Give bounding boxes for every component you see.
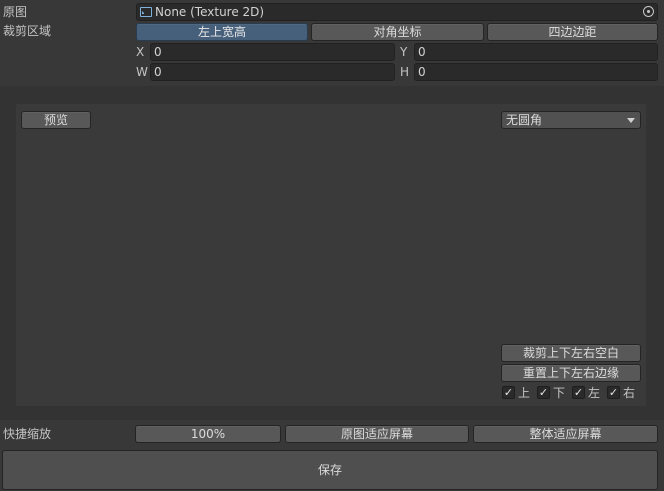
- save-button[interactable]: 保存: [2, 450, 658, 490]
- y-label: Y: [400, 45, 408, 59]
- object-picker-icon[interactable]: [643, 6, 654, 17]
- y-input[interactable]: 0: [414, 43, 658, 61]
- edge-left-checkbox[interactable]: ✓: [572, 386, 585, 399]
- edge-right-checkbox[interactable]: ✓: [607, 386, 620, 399]
- preview-button[interactable]: 预览: [21, 111, 91, 129]
- source-image-field[interactable]: None (Texture 2D): [136, 3, 658, 21]
- crop-mode-diagonal-coords-button[interactable]: 对角坐标: [311, 23, 484, 41]
- chevron-down-icon: [627, 118, 635, 123]
- edge-bottom-checkbox[interactable]: ✓: [537, 386, 550, 399]
- crop-mode-top-left-size-button[interactable]: 左上宽高: [136, 23, 308, 41]
- x-label: X: [136, 45, 145, 59]
- w-label: W: [136, 65, 148, 79]
- edge-left-label: 左: [588, 386, 601, 400]
- w-input[interactable]: 0: [150, 63, 395, 81]
- zoom-100-button[interactable]: 100%: [135, 425, 281, 443]
- edge-top-label: 上: [518, 386, 531, 400]
- quick-zoom-label: 快捷缩放: [3, 427, 52, 441]
- fit-all-to-screen-button[interactable]: 整体适应屏幕: [473, 425, 658, 443]
- source-image-label: 原图: [3, 5, 28, 19]
- corner-radius-selected: 无圆角: [506, 113, 543, 127]
- corner-radius-dropdown[interactable]: 无圆角: [501, 111, 641, 129]
- x-input[interactable]: 0: [150, 43, 395, 61]
- edge-bottom-label: 下: [553, 386, 566, 400]
- fit-source-to-screen-button[interactable]: 原图适应屏幕: [285, 425, 469, 443]
- crop-area-label: 裁剪区域: [3, 24, 52, 38]
- crop-mode-edge-margins-button[interactable]: 四边边距: [487, 23, 658, 41]
- reset-edges-button[interactable]: 重置上下左右边缘: [501, 364, 641, 382]
- source-image-value: None (Texture 2D): [155, 5, 265, 19]
- h-input[interactable]: 0: [414, 63, 658, 81]
- edge-right-label: 右: [623, 386, 636, 400]
- edge-top-checkbox[interactable]: ✓: [502, 386, 515, 399]
- h-label: H: [400, 65, 410, 79]
- texture-icon: [140, 7, 152, 17]
- trim-whitespace-button[interactable]: 裁剪上下左右空白: [501, 344, 641, 362]
